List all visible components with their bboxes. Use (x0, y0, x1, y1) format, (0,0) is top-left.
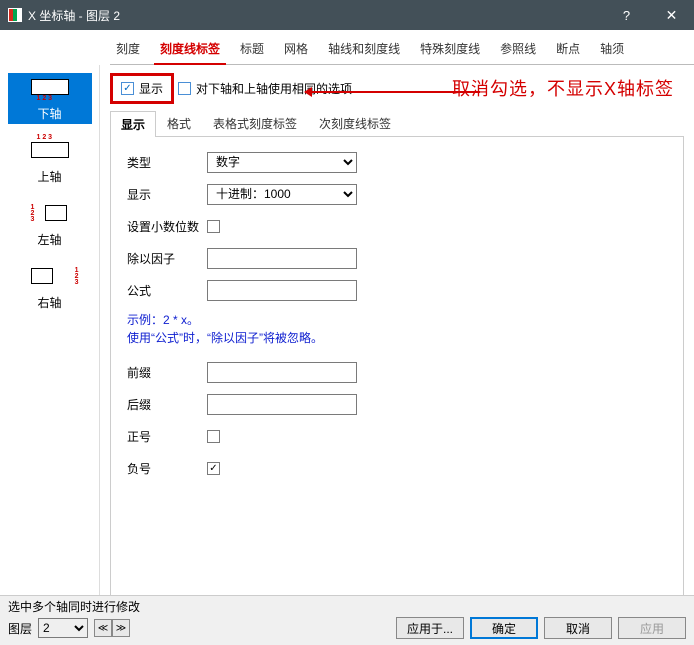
minus-label: 负号 (127, 460, 207, 477)
top-axis-icon: 1 2 3 (31, 142, 69, 164)
decimal-label: 设置小数位数 (127, 218, 207, 235)
display-select[interactable]: 十进制：1000 (207, 184, 357, 205)
tab-rug[interactable]: 轴须 (594, 36, 630, 64)
close-button[interactable]: ✕ (649, 0, 694, 30)
tab-breaks[interactable]: 断点 (550, 36, 586, 64)
nav-top-axis[interactable]: 1 2 3 上轴 (8, 136, 92, 187)
layer-prev-button[interactable]: ≪ (94, 619, 112, 637)
axis-side-nav: 1 2 3 下轴 1 2 3 上轴 123 左轴 123 右轴 (0, 65, 100, 625)
nav-top-label: 上轴 (10, 168, 90, 185)
window-title: X 坐标轴 - 图层 2 (28, 7, 120, 24)
layer-label: 图层 (8, 620, 32, 637)
cancel-button[interactable]: 取消 (544, 617, 612, 639)
title-bar: X 坐标轴 - 图层 2 ? ✕ (0, 0, 694, 30)
prefix-input[interactable] (207, 362, 357, 383)
type-select[interactable]: 数字 (207, 152, 357, 173)
sub-tabs: 显示 格式 表格式刻度标签 次刻度线标签 (110, 110, 684, 137)
subtab-display[interactable]: 显示 (110, 111, 156, 137)
display-label: 显示 (127, 186, 207, 203)
minus-checkbox[interactable]: ✓ (207, 462, 220, 475)
apply-button[interactable]: 应用 (618, 617, 686, 639)
help-button[interactable]: ? (604, 0, 649, 30)
type-label: 类型 (127, 154, 207, 171)
form-panel: 类型 数字 显示 十进制：1000 设置小数位数 除以因子 公式 (110, 137, 684, 617)
same-options-checkbox[interactable]: ✓ (178, 82, 191, 95)
content-area: ✓ 显示 ✓ 对下轴和上轴使用相同的选项 取消勾选，不显示X轴标签 显示 格式 … (100, 65, 694, 625)
plus-checkbox[interactable] (207, 430, 220, 443)
layer-next-button[interactable]: ≫ (112, 619, 130, 637)
left-axis-icon: 123 (31, 205, 69, 227)
formula-input[interactable] (207, 280, 357, 301)
divide-label: 除以因子 (127, 250, 207, 267)
tab-special-ticks[interactable]: 特殊刻度线 (414, 36, 486, 64)
main-tabs: 刻度 刻度线标签 标题 网格 轴线和刻度线 特殊刻度线 参照线 断点 轴须 (110, 30, 694, 65)
nav-bottom-axis[interactable]: 1 2 3 下轴 (8, 73, 92, 124)
suffix-input[interactable] (207, 394, 357, 415)
prefix-label: 前缀 (127, 364, 207, 381)
tab-scale[interactable]: 刻度 (110, 36, 146, 64)
nav-left-axis[interactable]: 123 左轴 (8, 199, 92, 250)
nav-left-label: 左轴 (10, 231, 90, 248)
multi-axis-hint: 选中多个轴同时进行修改 (8, 598, 686, 615)
show-checkbox-label: 显示 (139, 80, 163, 97)
subtab-minor-labels[interactable]: 次刻度线标签 (308, 110, 402, 136)
tab-grid[interactable]: 网格 (278, 36, 314, 64)
plus-label: 正号 (127, 428, 207, 445)
apply-to-button[interactable]: 应用于... (396, 617, 464, 639)
nav-right-axis[interactable]: 123 右轴 (8, 262, 92, 313)
tab-reference-lines[interactable]: 参照线 (494, 36, 542, 64)
right-axis-icon: 123 (31, 268, 69, 290)
app-icon (8, 8, 22, 22)
show-checkbox[interactable]: ✓ (121, 82, 134, 95)
subtab-format[interactable]: 格式 (156, 110, 202, 136)
dialog-footer: 选中多个轴同时进行修改 图层 2 ≪ ≫ 应用于... 确定 取消 应用 (0, 595, 694, 645)
ok-button[interactable]: 确定 (470, 617, 538, 639)
divide-input[interactable] (207, 248, 357, 269)
decimal-checkbox[interactable] (207, 220, 220, 233)
tab-axis-ticks[interactable]: 轴线和刻度线 (322, 36, 406, 64)
tab-title[interactable]: 标题 (234, 36, 270, 64)
show-checkbox-highlight: ✓ 显示 (110, 73, 174, 104)
nav-right-label: 右轴 (10, 294, 90, 311)
tab-tick-labels[interactable]: 刻度线标签 (154, 36, 226, 65)
formula-label: 公式 (127, 282, 207, 299)
formula-hint: 示例：2 * x。 使用“公式”时，“除以因子”将被忽略。 (127, 311, 667, 347)
annotation-text: 取消勾选，不显示X轴标签 (452, 75, 674, 101)
same-options-label: 对下轴和上轴使用相同的选项 (196, 80, 352, 97)
nav-bottom-label: 下轴 (10, 105, 90, 122)
bottom-axis-icon: 1 2 3 (31, 79, 69, 101)
layer-select[interactable]: 2 (38, 618, 88, 638)
suffix-label: 后缀 (127, 396, 207, 413)
subtab-table-labels[interactable]: 表格式刻度标签 (202, 110, 308, 136)
